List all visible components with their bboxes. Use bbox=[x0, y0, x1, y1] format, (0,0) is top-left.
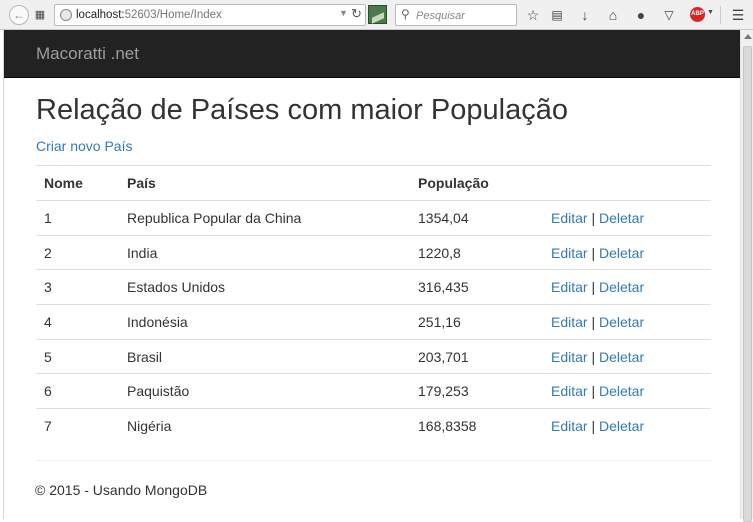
cell-populacao: 1354,04 bbox=[410, 200, 543, 236]
edit-link[interactable]: Editar bbox=[551, 314, 588, 330]
action-separator: | bbox=[591, 383, 596, 400]
edit-link[interactable]: Editar bbox=[551, 245, 588, 261]
edit-link[interactable]: Editar bbox=[551, 383, 588, 399]
cell-pais: Estados Unidos bbox=[119, 269, 410, 305]
cell-populacao: 1220,8 bbox=[410, 234, 543, 270]
edit-link[interactable]: Editar bbox=[551, 279, 588, 295]
table-header-row: Nome País População bbox=[36, 165, 711, 201]
header-actions bbox=[543, 165, 711, 201]
cell-pais: Indonésia bbox=[119, 304, 410, 340]
addon-image-icon[interactable] bbox=[368, 5, 387, 24]
cell-pais: Republica Popular da China bbox=[119, 200, 410, 236]
page-title: Relação de Países com maior População bbox=[36, 94, 568, 126]
adblock-icon[interactable]: ABP bbox=[690, 7, 705, 22]
cell-nome: 4 bbox=[36, 304, 119, 340]
edit-link[interactable]: Editar bbox=[551, 349, 588, 365]
cell-pais: Brasil bbox=[119, 338, 410, 374]
chat-icon[interactable]: ● bbox=[633, 6, 649, 24]
back-button[interactable]: ← bbox=[9, 5, 29, 25]
browser-toolbar: ← ▦ localhost:52603/Home/Index ▼ ↻ ⚲ Pes… bbox=[0, 0, 753, 30]
cell-nome: 3 bbox=[36, 269, 119, 305]
table-row: 6 Paquistão 179,253 Editar | Deletar bbox=[36, 373, 711, 409]
header-populacao: População bbox=[410, 165, 543, 201]
header-pais: País bbox=[119, 165, 410, 201]
history-dropdown-icon[interactable]: ▼ bbox=[339, 8, 348, 18]
cell-actions: Editar | Deletar bbox=[543, 269, 711, 305]
table-row: 5 Brasil 203,701 Editar | Deletar bbox=[36, 338, 711, 374]
edit-link[interactable]: Editar bbox=[551, 418, 588, 434]
cell-pais: India bbox=[119, 234, 410, 270]
delete-link[interactable]: Deletar bbox=[599, 314, 644, 330]
table-row: 2 India 1220,8 Editar | Deletar bbox=[36, 234, 711, 270]
cell-nome: 7 bbox=[36, 408, 119, 444]
cell-pais: Nigéria bbox=[119, 408, 410, 444]
table-row: 7 Nigéria 168,8358 Editar | Deletar bbox=[36, 408, 711, 444]
footer-divider bbox=[36, 460, 711, 461]
cell-actions: Editar | Deletar bbox=[543, 408, 711, 444]
table-row: 4 Indonésia 251,16 Editar | Deletar bbox=[36, 304, 711, 340]
cell-pais: Paquistão bbox=[119, 373, 410, 409]
create-country-link[interactable]: Criar novo País bbox=[36, 138, 132, 154]
reload-icon[interactable]: ↻ bbox=[351, 6, 362, 22]
cell-nome: 6 bbox=[36, 373, 119, 409]
delete-link[interactable]: Deletar bbox=[599, 349, 644, 365]
countries-table: Nome País População 1 Republica Popular d… bbox=[36, 165, 711, 444]
table-row: 3 Estados Unidos 316,435 Editar | Deletar bbox=[36, 269, 711, 305]
delete-link[interactable]: Deletar bbox=[599, 418, 644, 434]
cell-actions: Editar | Deletar bbox=[543, 304, 711, 340]
navbar: Macoratti .net bbox=[4, 30, 740, 78]
search-placeholder: Pesquisar bbox=[416, 10, 465, 22]
background-window-edge bbox=[0, 30, 4, 519]
cell-actions: Editar | Deletar bbox=[543, 338, 711, 374]
cell-populacao: 203,701 bbox=[410, 338, 543, 374]
page-info-icon[interactable]: ▦ bbox=[32, 6, 48, 24]
action-separator: | bbox=[591, 244, 596, 261]
action-separator: | bbox=[591, 209, 596, 226]
address-bar[interactable]: localhost:52603/Home/Index ▼ ↻ bbox=[54, 4, 366, 26]
globe-icon bbox=[60, 9, 72, 21]
toolbar-divider bbox=[720, 6, 721, 24]
adblock-dropdown-icon[interactable]: ▼ bbox=[707, 9, 714, 16]
cell-actions: Editar | Deletar bbox=[543, 200, 711, 236]
header-nome: Nome bbox=[36, 165, 119, 201]
menu-icon[interactable]: ☰ bbox=[730, 6, 746, 24]
cell-actions: Editar | Deletar bbox=[543, 234, 711, 270]
scroll-up-icon[interactable] bbox=[744, 34, 752, 39]
action-separator: | bbox=[591, 313, 596, 330]
vertical-scrollbar[interactable] bbox=[740, 30, 753, 522]
delete-link[interactable]: Deletar bbox=[599, 279, 644, 295]
url-text: localhost:52603/Home/Index bbox=[76, 9, 222, 21]
pocket-icon[interactable]: ▽ bbox=[661, 6, 677, 24]
cell-actions: Editar | Deletar bbox=[543, 373, 711, 409]
back-arrow-icon: ← bbox=[13, 8, 25, 22]
cell-populacao: 251,16 bbox=[410, 304, 543, 340]
action-separator: | bbox=[591, 279, 596, 296]
cell-populacao: 316,435 bbox=[410, 269, 543, 305]
navbar-brand[interactable]: Macoratti .net bbox=[36, 44, 139, 64]
scrollbar-thumb[interactable] bbox=[743, 46, 752, 522]
cell-nome: 1 bbox=[36, 200, 119, 236]
reading-list-icon[interactable]: ▤ bbox=[549, 6, 565, 24]
cell-populacao: 179,253 bbox=[410, 373, 543, 409]
bookmark-star-icon[interactable]: ☆ bbox=[525, 6, 541, 24]
edit-link[interactable]: Editar bbox=[551, 210, 588, 226]
action-separator: | bbox=[591, 418, 596, 435]
table-row: 1 Republica Popular da China 1354,04 Editar… bbox=[36, 200, 711, 236]
cell-nome: 2 bbox=[36, 234, 119, 270]
delete-link[interactable]: Deletar bbox=[599, 383, 644, 399]
download-icon[interactable]: ↓ bbox=[577, 6, 593, 24]
search-icon: ⚲ bbox=[401, 7, 410, 21]
footer-text: © 2015 - Usando MongoDB bbox=[35, 482, 208, 498]
delete-link[interactable]: Deletar bbox=[599, 210, 644, 226]
cell-populacao: 168,8358 bbox=[410, 408, 543, 444]
search-input[interactable]: ⚲ Pesquisar bbox=[395, 4, 517, 26]
home-icon[interactable]: ⌂ bbox=[605, 6, 621, 24]
delete-link[interactable]: Deletar bbox=[599, 245, 644, 261]
cell-nome: 5 bbox=[36, 338, 119, 374]
action-separator: | bbox=[591, 348, 596, 365]
